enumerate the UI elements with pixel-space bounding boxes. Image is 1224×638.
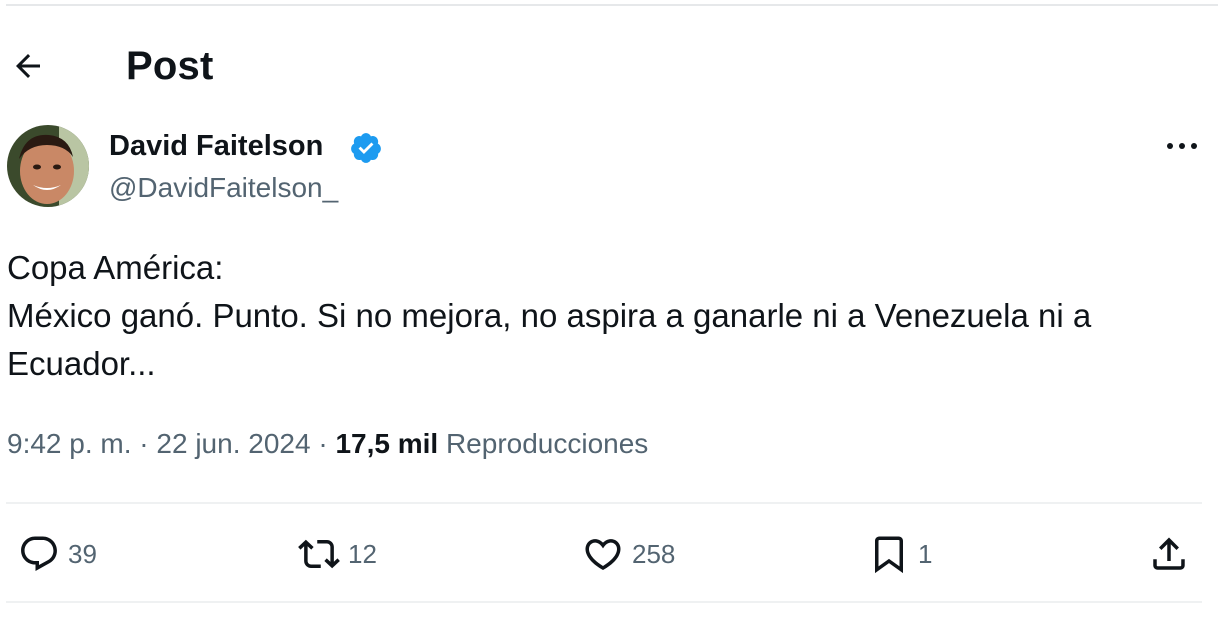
tweet-metadata: 9:42 p. m. · 22 jun. 2024 · 17,5 mil Rep… [7,424,648,464]
avatar-image [7,125,89,207]
tweet-time[interactable]: 9:42 p. m. [7,428,132,459]
action-bar: 39 12 258 1 [0,530,1224,578]
top-divider [6,4,1218,6]
tweet-line: Copa América: [7,249,224,286]
repost-icon [298,539,340,569]
share-button[interactable] [1148,530,1190,578]
back-button[interactable] [8,46,48,86]
tweet-text: Copa América: México ganó. Punto. Si no … [7,244,1212,388]
bookmark-icon [875,536,903,574]
more-horizontal-icon [1167,143,1197,149]
tweet-line: Ecuador... [7,345,156,382]
views-count: 17,5 mil [335,428,439,459]
author-handle[interactable]: @DavidFaitelson_ [109,170,338,206]
share-icon [1153,537,1185,570]
meta-separator: · [139,428,149,459]
reply-button[interactable]: 39 [18,530,97,578]
repost-button[interactable]: 12 [298,530,377,578]
repost-count: 12 [348,539,377,569]
reply-icon [21,536,57,571]
heart-icon [585,539,621,571]
tweet-line: México ganó. Punto. Si no mejora, no asp… [7,297,1092,334]
page-header: Post [0,36,1224,92]
views-label: Reproducciones [445,428,649,459]
arrow-left-icon [16,54,40,78]
divider [6,601,1202,603]
verified-badge-icon [351,133,381,163]
avatar[interactable] [7,125,89,207]
page-title: Post [126,44,214,88]
divider [6,502,1202,504]
bookmark-button[interactable]: 1 [868,530,932,578]
like-button[interactable]: 258 [582,530,675,578]
author-display-name[interactable]: David Faitelson [109,128,323,164]
like-count: 258 [632,539,676,569]
tweet-date[interactable]: 22 jun. 2024 [156,428,310,459]
meta-separator: · [318,428,328,459]
more-options-button[interactable] [1160,128,1204,164]
reply-count: 39 [68,539,97,569]
bookmark-count: 1 [918,539,933,569]
